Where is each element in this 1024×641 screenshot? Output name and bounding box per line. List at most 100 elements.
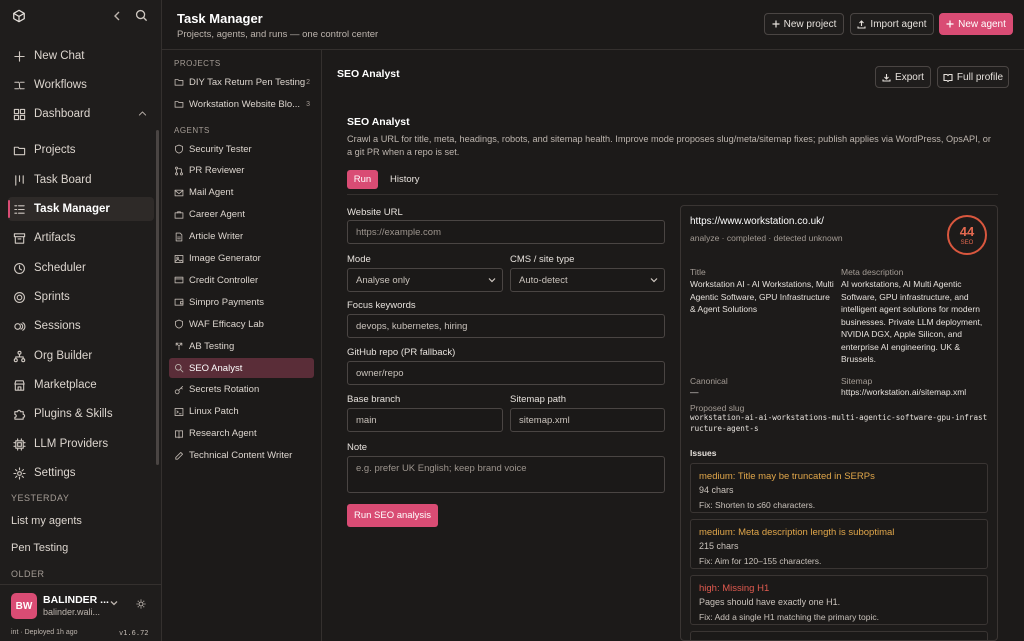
issue-card: high: Missing H1 Pages should have exactl… — [690, 575, 988, 625]
sidebar-item-settings[interactable]: Settings — [8, 461, 154, 485]
header: Task Manager Projects, agents, and runs … — [162, 0, 1024, 50]
agent-item-security-tester[interactable]: Security Tester — [169, 139, 314, 159]
download-icon — [882, 73, 891, 82]
app-version: v1.6.72 — [119, 629, 149, 637]
new-agent-button[interactable]: New agent — [939, 13, 1013, 35]
agent-item-secrets-rotation[interactable]: Secrets Rotation — [169, 380, 314, 400]
full-profile-button[interactable]: Full profile — [937, 66, 1009, 88]
terminal-icon — [174, 407, 184, 417]
clock-icon — [12, 261, 26, 275]
cms-value: Auto-detect — [519, 274, 568, 286]
branch-label: Base branch — [347, 394, 401, 405]
note-textarea[interactable]: e.g. prefer UK English; keep brand voice — [347, 456, 665, 493]
result-card: https://www.workstation.co.uk/ analyze ·… — [680, 205, 998, 641]
agent-item-technical-content-writer[interactable]: Technical Content Writer — [169, 446, 314, 466]
agent-item-ab-testing[interactable]: AB Testing — [169, 336, 314, 356]
tab-history[interactable]: History — [390, 174, 420, 185]
sidebar-item-sprints[interactable]: Sprints — [8, 285, 154, 309]
sidebar-item-plugins-skills[interactable]: Plugins & Skills — [8, 402, 154, 426]
issue-fix: Fix: Add a single H1 matching the primar… — [699, 612, 879, 622]
issue-fix: Fix: Aim for 120–155 characters. — [699, 556, 822, 566]
org-icon — [12, 349, 26, 363]
mode-select[interactable]: Analyse only — [347, 268, 503, 292]
sidebar-item-projects[interactable]: Projects — [8, 138, 154, 162]
project-item[interactable]: Workstation Website Blo... 3 — [169, 94, 314, 114]
repo-input[interactable]: owner/repo — [347, 361, 665, 385]
sidebar-item-sessions[interactable]: Sessions — [8, 314, 154, 338]
wallet-icon — [174, 297, 184, 307]
agent-item-waf-efficacy-lab[interactable]: WAF Efficacy Lab — [169, 314, 314, 334]
issue-detail: 94 chars — [699, 485, 734, 495]
project-item[interactable]: DIY Tax Return Pen Testing 2 — [169, 72, 314, 92]
agent-label: Image Generator — [189, 253, 261, 264]
history-item-list-my-agents[interactable]: List my agents — [11, 515, 82, 527]
sidebar-item-scheduler[interactable]: Scheduler — [8, 256, 154, 280]
agent-item-simpro-payments[interactable]: Simpro Payments — [169, 292, 314, 312]
user-menu-chevron-icon[interactable] — [110, 600, 118, 606]
keywords-input[interactable]: devops, kubernetes, hiring — [347, 314, 665, 338]
sidebar-item-new-chat[interactable]: New Chat — [8, 44, 154, 68]
import-agent-button[interactable]: Import agent — [850, 13, 934, 35]
result-url[interactable]: https://www.workstation.co.uk/ — [690, 216, 824, 227]
sidebar-item-artifacts[interactable]: Artifacts — [8, 226, 154, 250]
agent-item-linux-patch[interactable]: Linux Patch — [169, 402, 314, 422]
chevron-up-icon[interactable] — [137, 108, 148, 119]
new-project-button[interactable]: New project — [764, 13, 844, 35]
logo-icon[interactable] — [12, 9, 26, 23]
sidebar-item-org-builder[interactable]: Org Builder — [8, 344, 154, 368]
project-agent-list: PROJECTS DIY Tax Return Pen Testing 2 Work… — [162, 50, 322, 641]
agent-item-mail-agent[interactable]: Mail Agent — [169, 183, 314, 203]
sitemap-path-input[interactable]: sitemap.xml — [510, 408, 665, 432]
branch-input[interactable]: main — [347, 408, 503, 432]
briefcase-icon — [174, 210, 184, 220]
tab-run[interactable]: Run — [347, 170, 378, 189]
cms-select[interactable]: Auto-detect — [510, 268, 665, 292]
sidebar-item-workflows[interactable]: Workflows — [8, 73, 154, 97]
agent-item-image-generator[interactable]: Image Generator — [169, 249, 314, 269]
agent-label: AB Testing — [189, 340, 235, 352]
sidebar-item-dashboard[interactable]: Dashboard — [8, 102, 154, 126]
theme-sun-icon[interactable] — [136, 599, 146, 609]
sidebar-item-task-board[interactable]: Task Board — [8, 168, 154, 192]
meta-label: Meta description — [841, 267, 904, 277]
older-label: OLDER — [11, 569, 45, 579]
project-label: DIY Tax Return Pen Testing — [189, 76, 306, 88]
sidebar-item-label: LLM Providers — [34, 438, 109, 450]
agents-label: AGENTS — [174, 126, 210, 135]
import-agent-label: Import agent — [870, 18, 927, 30]
new-agent-label: New agent — [958, 18, 1006, 30]
sidebar-item-label: Marketplace — [34, 379, 97, 391]
issue-card: medium: Title may be truncated in SERPs 9… — [690, 463, 988, 513]
history-item-pen-testing[interactable]: Pen Testing — [11, 542, 68, 554]
new-project-label: New project — [783, 18, 837, 30]
book-icon — [943, 73, 953, 82]
split-icon — [174, 341, 184, 351]
agent-item-pr-reviewer[interactable]: PR Reviewer — [169, 161, 314, 181]
issue-fix: Fix: Shorten to ≤60 characters. — [699, 500, 816, 510]
chevron-down-icon — [488, 277, 496, 283]
agent-item-credit-controller[interactable]: Credit Controller — [169, 270, 314, 290]
agent-item-seo-analyst[interactable]: SEO Analyst — [169, 358, 314, 378]
url-input[interactable]: https://example.com — [347, 220, 665, 244]
agent-item-research-agent[interactable]: Research Agent — [169, 424, 314, 444]
slug-value: workstation-ai-ai-workstations-multi-age… — [690, 413, 988, 433]
sidebar-item-marketplace[interactable]: Marketplace — [8, 373, 154, 397]
sidebar-item-label: Task Manager — [34, 203, 110, 215]
export-button[interactable]: Export — [875, 66, 931, 88]
user-card[interactable]: BW BALINDER ... balinder.wali... int · D… — [0, 584, 161, 641]
agent-item-article-writer[interactable]: Article Writer — [169, 227, 314, 247]
sidebar-item-task-manager[interactable]: Task Manager — [8, 197, 154, 221]
agent-label: Article Writer — [189, 231, 244, 243]
credit-card-icon — [174, 275, 184, 285]
cpu-icon — [12, 437, 26, 451]
run-seo-analysis-button[interactable]: Run SEO analysis — [347, 504, 438, 527]
keywords-label: Focus keywords — [347, 300, 416, 311]
mode-label: Mode — [347, 254, 371, 265]
search-icon[interactable] — [135, 9, 148, 22]
sidebar-scrollbar[interactable] — [156, 130, 159, 465]
collapse-chevron-icon[interactable] — [112, 10, 122, 22]
title-label: Title — [690, 267, 706, 277]
sidebar-item-label: Sessions — [34, 320, 81, 332]
sidebar-item-llm-providers[interactable]: LLM Providers — [8, 432, 154, 456]
agent-item-career-agent[interactable]: Career Agent — [169, 205, 314, 225]
